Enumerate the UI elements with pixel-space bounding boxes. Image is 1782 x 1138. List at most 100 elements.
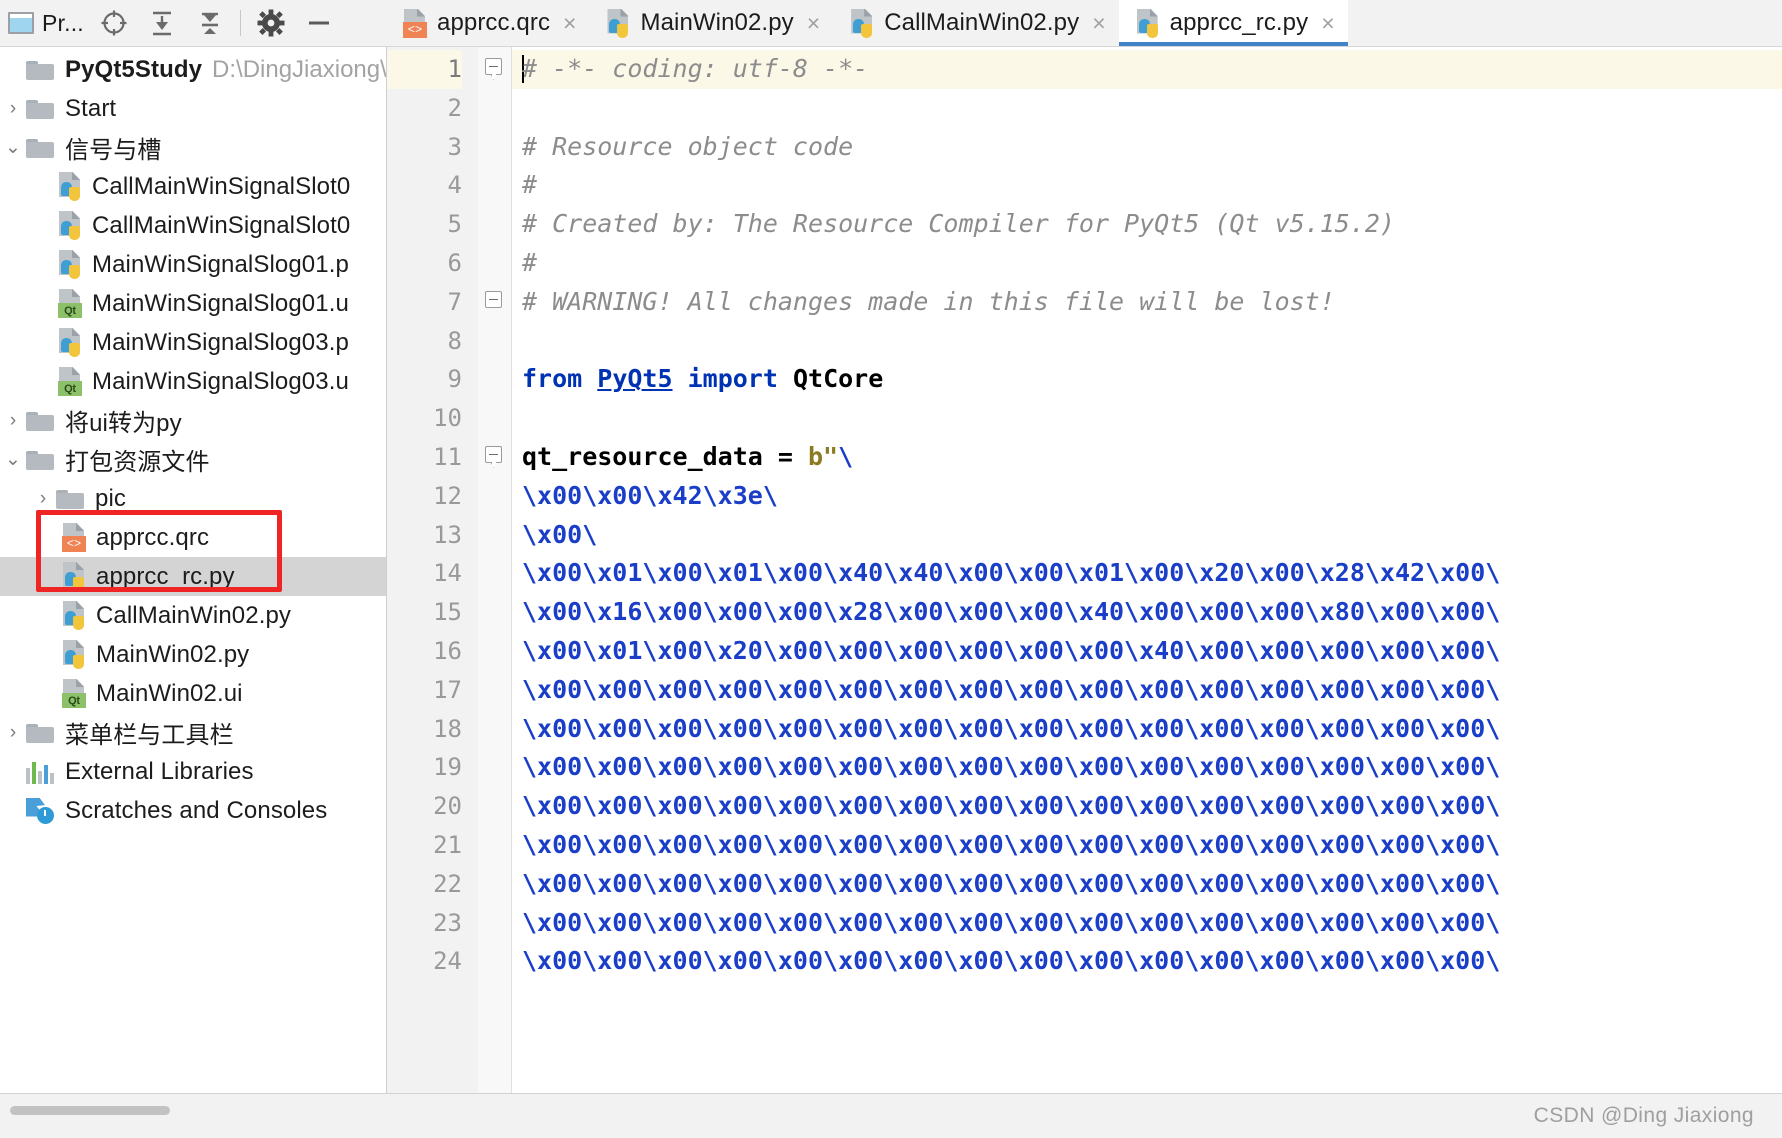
qrc-file-icon: <> xyxy=(401,8,428,38)
tree-row-callmainwin02-py[interactable]: CallMainWin02.py xyxy=(0,596,386,635)
line-number: 18 xyxy=(433,714,462,743)
code-line[interactable]: \x00\x00\x00\x00\x00\x00\x00\x00\x00\x00… xyxy=(512,748,1782,787)
code-line[interactable]: \x00\x00\x00\x00\x00\x00\x00\x00\x00\x00… xyxy=(512,787,1782,826)
code-line[interactable]: # Created by: The Resource Compiler for … xyxy=(512,205,1782,244)
editor-tab-label: CallMainWin02.py xyxy=(884,9,1080,36)
chevron-right-icon[interactable]: › xyxy=(30,489,56,508)
locate-file-icon[interactable] xyxy=(90,1,138,45)
code-line[interactable] xyxy=(512,399,1782,438)
close-icon[interactable]: × xyxy=(1317,11,1334,35)
chevron-placeholder-icon: › xyxy=(0,762,26,781)
tree-item-label: CallMainWinSignalSlot0 xyxy=(92,211,351,239)
code-line[interactable]: \x00\ xyxy=(512,516,1782,555)
tree-row-apprcc-qrc[interactable]: <> apprcc.qrc xyxy=(0,518,386,557)
close-icon[interactable]: × xyxy=(559,11,576,35)
code-text: # Created by: The Resource Compiler for … xyxy=(522,209,1395,239)
tree-row-file[interactable]: › MainWinSignalSlog01.p xyxy=(0,245,386,284)
code-line[interactable]: \x00\x00\x00\x00\x00\x00\x00\x00\x00\x00… xyxy=(512,671,1782,710)
line-number: 16 xyxy=(433,636,462,665)
code-line[interactable]: \x00\x00\x00\x00\x00\x00\x00\x00\x00\x00… xyxy=(512,865,1782,904)
code-line[interactable]: # WARNING! All changes made in this file… xyxy=(512,283,1782,322)
qt-badge-label: Qt xyxy=(58,381,82,396)
fold-slot xyxy=(478,50,511,89)
chevron-down-icon[interactable]: ⌄ xyxy=(0,60,26,79)
python-file-icon xyxy=(56,250,83,279)
code-line-import[interactable]: from PyQt5 import QtCore xyxy=(512,360,1782,399)
tree-row-file[interactable]: › Qt MainWinSignalSlog03.u xyxy=(0,362,386,401)
settings-gear-icon[interactable] xyxy=(247,1,295,45)
code-line[interactable]: \x00\x16\x00\x00\x00\x28\x00\x00\x00\x40… xyxy=(512,593,1782,632)
code-line[interactable]: \x00\x00\x42\x3e\ xyxy=(512,477,1782,516)
code-editor[interactable]: 1 2 3 4 5 6 7 8 9 10 11 12 13 14 15 16 1… xyxy=(387,47,1782,1093)
tree-row-file[interactable]: › CallMainWinSignalSlot0 xyxy=(0,206,386,245)
variable-qt-resource-data: qt_resource_data xyxy=(522,441,778,471)
editor-tab-apprcc-rc-py[interactable]: apprcc_rc.py × xyxy=(1118,0,1348,46)
top-bar: Pr... <> apprcc.qrc × MainWin02.py × Cal… xyxy=(0,0,1782,47)
module-pyqt5[interactable]: PyQt5 xyxy=(597,364,672,393)
project-root-path: D:\DingJiaxiong\ xyxy=(212,55,387,83)
tree-row-start[interactable]: › Start xyxy=(0,89,386,128)
chevron-placeholder-icon: › xyxy=(0,801,26,820)
tree-item-label: 信号与槽 xyxy=(65,137,162,164)
code-line[interactable]: \x00\x00\x00\x00\x00\x00\x00\x00\x00\x00… xyxy=(512,826,1782,865)
code-line[interactable]: # xyxy=(512,166,1782,205)
tree-row-file[interactable]: › CallMainWinSignalSlot0 xyxy=(0,167,386,206)
code-line[interactable]: \x00\x00\x00\x00\x00\x00\x00\x00\x00\x00… xyxy=(512,710,1782,749)
close-icon[interactable]: × xyxy=(803,11,820,35)
chevron-right-icon[interactable]: › xyxy=(0,99,26,118)
tree-row-scratches-consoles[interactable]: › Scratches and Consoles xyxy=(0,791,386,830)
tree-row-apprcc-rc-py[interactable]: apprcc_rc.py xyxy=(0,557,386,596)
tree-row-project-root[interactable]: ⌄ PyQt5Study D:\DingJiaxiong\ xyxy=(0,50,386,89)
project-tree-panel[interactable]: ⌄ PyQt5Study D:\DingJiaxiong\ › Start ⌄ xyxy=(0,47,387,1093)
tree-row-mainwin02-ui[interactable]: Qt MainWin02.ui xyxy=(0,674,386,713)
fold-region-icon[interactable] xyxy=(485,445,502,468)
chevron-right-icon[interactable]: › xyxy=(0,723,26,742)
horizontal-scrollbar[interactable] xyxy=(10,1106,170,1115)
tree-item-label: Start xyxy=(65,94,117,122)
editor-code-area[interactable]: # -*- coding: utf-8 -*- # Resource objec… xyxy=(512,47,1782,1093)
tree-row-menubar-toolbar[interactable]: › 菜单栏与工具栏 xyxy=(0,713,386,752)
code-line[interactable]: \x00\x01\x00\x01\x00\x40\x40\x00\x00\x01… xyxy=(512,554,1782,593)
editor-fold-column[interactable] xyxy=(478,47,512,1093)
folder-icon xyxy=(26,59,56,81)
fold-region-icon[interactable] xyxy=(485,290,502,308)
fold-slot xyxy=(478,826,511,865)
tree-row-signals-slots[interactable]: ⌄ 信号与槽 xyxy=(0,128,386,167)
code-line-assignment[interactable]: qt_resource_data = b"\ xyxy=(512,438,1782,477)
python-file-icon xyxy=(604,8,631,38)
expand-all-icon[interactable] xyxy=(138,1,186,45)
chevron-down-icon[interactable]: ⌄ xyxy=(0,138,26,157)
tree-row-package-resources[interactable]: ⌄ 打包资源文件 xyxy=(0,440,386,479)
tree-row-mainwin02-py[interactable]: MainWin02.py xyxy=(0,635,386,674)
close-icon[interactable]: × xyxy=(1088,11,1105,35)
editor-tab-apprcc-qrc[interactable]: <> apprcc.qrc × xyxy=(386,0,590,46)
code-text: \x00\x00\x00\x00\x00\x00\x00\x00\x00\x00… xyxy=(522,752,1501,782)
chevron-down-icon[interactable]: ⌄ xyxy=(0,450,26,469)
project-panel-title[interactable]: Pr... xyxy=(4,10,90,37)
code-line[interactable]: \x00\x00\x00\x00\x00\x00\x00\x00\x00\x00… xyxy=(512,904,1782,943)
code-line[interactable]: \x00\x00\x00\x00\x00\x00\x00\x00\x00\x00… xyxy=(512,942,1782,981)
chevron-placeholder-icon: › xyxy=(30,333,56,352)
tree-row-file[interactable]: › MainWinSignalSlog03.p xyxy=(0,323,386,362)
editor-tab-callmainwin02-py[interactable]: CallMainWin02.py × xyxy=(833,0,1119,46)
qt-badge-label: Qt xyxy=(58,303,82,318)
tree-row-pic[interactable]: › pic xyxy=(0,479,386,518)
folder-icon xyxy=(26,410,56,432)
code-line[interactable] xyxy=(512,89,1782,128)
code-line[interactable]: # Resource object code xyxy=(512,128,1782,167)
fold-region-icon[interactable] xyxy=(485,58,502,80)
tree-row-ui-to-py[interactable]: › 将ui转为py xyxy=(0,401,386,440)
code-line[interactable] xyxy=(512,322,1782,361)
collapse-all-icon[interactable] xyxy=(186,1,234,45)
hide-panel-icon[interactable] xyxy=(295,1,343,45)
code-line[interactable]: \x00\x01\x00\x20\x00\x00\x00\x00\x00\x00… xyxy=(512,632,1782,671)
symbol-qtcore: QtCore xyxy=(792,364,884,394)
chevron-right-icon[interactable]: › xyxy=(0,411,26,430)
tree-row-file[interactable]: › Qt MainWinSignalSlog01.u xyxy=(0,284,386,323)
tree-row-external-libraries[interactable]: › External Libraries xyxy=(0,752,386,791)
code-line[interactable]: # -*- coding: utf-8 -*- xyxy=(512,50,1782,89)
editor-tab-mainwin02-py[interactable]: MainWin02.py × xyxy=(589,0,834,46)
line-number: 17 xyxy=(433,675,462,704)
pycharm-window: Pr... <> apprcc.qrc × MainWin02.py × Cal… xyxy=(0,0,1782,1138)
code-line[interactable]: # xyxy=(512,244,1782,283)
